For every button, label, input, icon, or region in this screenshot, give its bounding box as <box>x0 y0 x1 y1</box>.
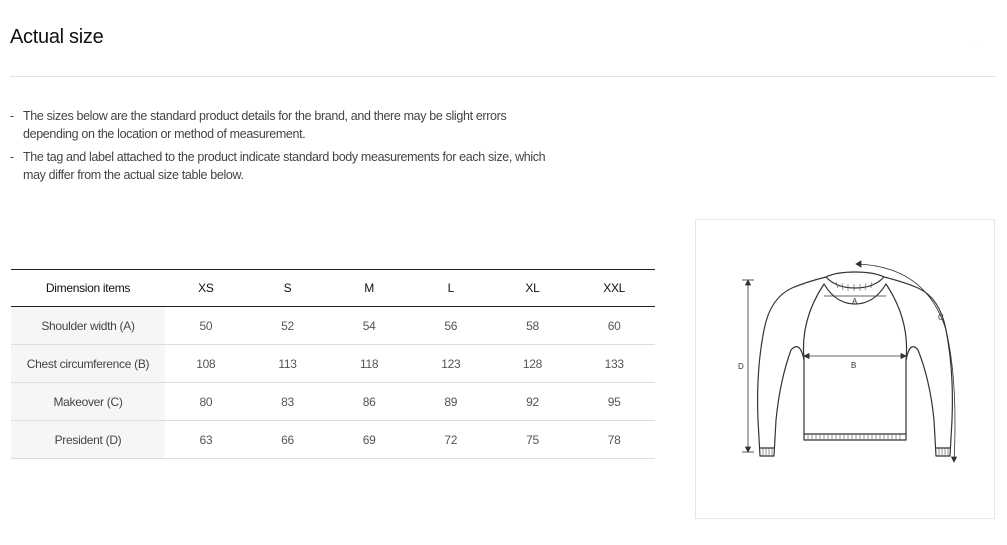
sweater-illustration: A B C D <box>738 260 958 463</box>
sweater-seam-right <box>885 283 908 361</box>
table-cell: 133 <box>573 344 655 383</box>
corner-mark: · · <box>975 42 981 48</box>
table-cell: 128 <box>491 344 574 383</box>
table-cell: 56 <box>409 306 492 345</box>
note-item: - The sizes below are the standard produ… <box>10 108 555 143</box>
table-cell: 52 <box>246 306 329 345</box>
row-label-makeover: Makeover (C) <box>11 382 165 421</box>
table-cell: 123 <box>409 344 492 383</box>
table-row: President (D) 63 66 69 72 75 78 <box>11 420 655 459</box>
header-dimension-items: Dimension items <box>11 269 165 307</box>
diagram-label-d: D <box>738 362 744 371</box>
header-size-xs: XS <box>165 269 247 307</box>
table-cell: 118 <box>328 344 410 383</box>
table-cell: 50 <box>165 306 247 345</box>
table-cell: 95 <box>573 382 655 421</box>
measurement-diagram: A B C D <box>695 219 995 519</box>
table-cell: 113 <box>246 344 329 383</box>
page-title: Actual size <box>10 26 104 48</box>
table-row: Chest circumference (B) 108 113 118 123 … <box>11 344 655 383</box>
table-cell: 60 <box>573 306 655 345</box>
table-cell: 69 <box>328 420 410 459</box>
table-cell: 108 <box>165 344 247 383</box>
table-cell: 58 <box>491 306 574 345</box>
title-divider <box>10 76 995 77</box>
note-dash: - <box>10 150 14 164</box>
table-cell: 63 <box>165 420 247 459</box>
sweater-neckline <box>825 271 885 278</box>
row-label-shoulder-width: Shoulder width (A) <box>11 306 165 345</box>
diagram-label-a: A <box>852 297 858 306</box>
row-label-president: President (D) <box>11 420 165 459</box>
diagram-label-c: C <box>938 313 944 322</box>
header-size-s: S <box>246 269 329 307</box>
row-label-chest-circumference: Chest circumference (B) <box>11 344 165 383</box>
header-size-m: M <box>328 269 410 307</box>
table-cell: 86 <box>328 382 410 421</box>
header-size-xl: XL <box>491 269 574 307</box>
table-cell: 89 <box>409 382 492 421</box>
table-row: Shoulder width (A) 50 52 54 56 58 60 <box>11 306 655 345</box>
size-table: Dimension items XS S M L XL XXL Shoulder… <box>11 269 655 459</box>
table-cell: 83 <box>246 382 329 421</box>
table-cell: 72 <box>409 420 492 459</box>
header-size-l: L <box>409 269 492 307</box>
sweater-seam-left <box>802 283 825 361</box>
table-cell: 92 <box>491 382 574 421</box>
note-dash: - <box>10 109 14 123</box>
note-item: - The tag and label attached to the prod… <box>10 149 555 184</box>
size-notes: - The sizes below are the standard produ… <box>10 108 555 190</box>
table-cell: 66 <box>246 420 329 459</box>
header-size-xxl: XXL <box>573 269 655 307</box>
note-text: The tag and label attached to the produc… <box>23 150 546 182</box>
table-cell: 54 <box>328 306 410 345</box>
table-cell: 75 <box>491 420 574 459</box>
table-cell: 80 <box>165 382 247 421</box>
note-text: The sizes below are the standard product… <box>23 109 507 141</box>
diagram-label-b: B <box>851 361 856 370</box>
table-row: Makeover (C) 80 83 86 89 92 95 <box>11 382 655 421</box>
table-cell: 78 <box>573 420 655 459</box>
table-header-row: Dimension items XS S M L XL XXL <box>11 269 655 307</box>
